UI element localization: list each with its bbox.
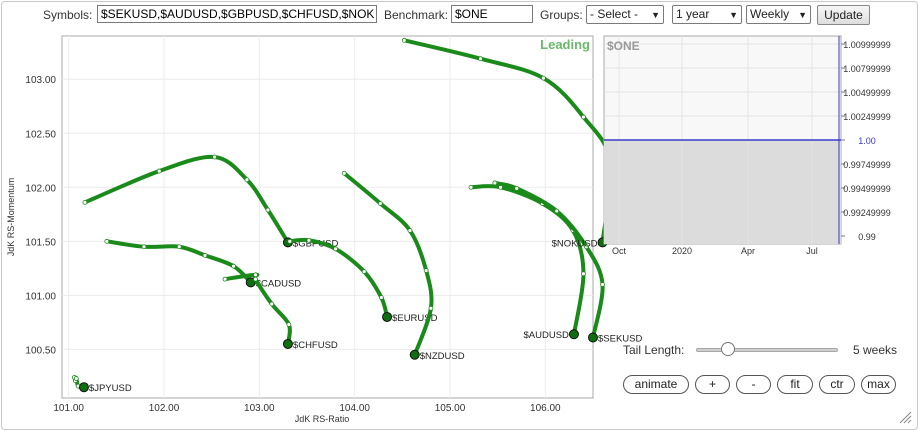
benchmark-y-tick-label: 1.00249999 — [843, 112, 891, 122]
benchmark-title: $ONE — [607, 39, 640, 53]
benchmark-x-tick-label: 2020 — [672, 246, 692, 256]
benchmark-area — [604, 140, 841, 244]
benchmark-x-tick-label: Oct — [612, 246, 627, 256]
tail-length-value: 5 weeks — [853, 343, 898, 357]
benchmark-y-tick-label: 1.00499999 — [843, 88, 891, 98]
max-button[interactable]: max — [861, 375, 896, 394]
benchmark-x-tick-label: Apr — [741, 246, 755, 256]
benchmark-y-tick-label: 0.99499999 — [843, 184, 891, 194]
zoom-out-button[interactable]: - — [736, 375, 771, 394]
tail-length-slider[interactable] — [696, 342, 838, 358]
slider-thumb[interactable] — [720, 342, 735, 356]
resize-grip-icon[interactable] — [898, 410, 912, 424]
benchmark-y-tick-label: 1.00999999 — [843, 40, 891, 50]
benchmark-x-tick-label: Jul — [806, 246, 818, 256]
benchmark-y-tick-label: 1.00799999 — [843, 64, 891, 74]
fit-button[interactable]: fit — [777, 375, 813, 394]
benchmark-y-tick-label: 0.99249999 — [843, 208, 891, 218]
benchmark-y-tick-label: 1.00 — [858, 136, 876, 146]
animate-button[interactable]: animate — [623, 375, 689, 394]
slider-track — [696, 348, 838, 352]
tail-length-label: Tail Length: — [623, 343, 685, 357]
center-button[interactable]: ctr — [819, 375, 855, 394]
benchmark-y-tick-label: 0.99749999 — [843, 160, 891, 170]
benchmark-y-tick-label: 0.99 — [858, 232, 876, 242]
benchmark-chart: $ONE 1.009999991.007999991.004999991.002… — [603, 35, 891, 256]
zoom-in-button[interactable]: + — [695, 375, 730, 394]
